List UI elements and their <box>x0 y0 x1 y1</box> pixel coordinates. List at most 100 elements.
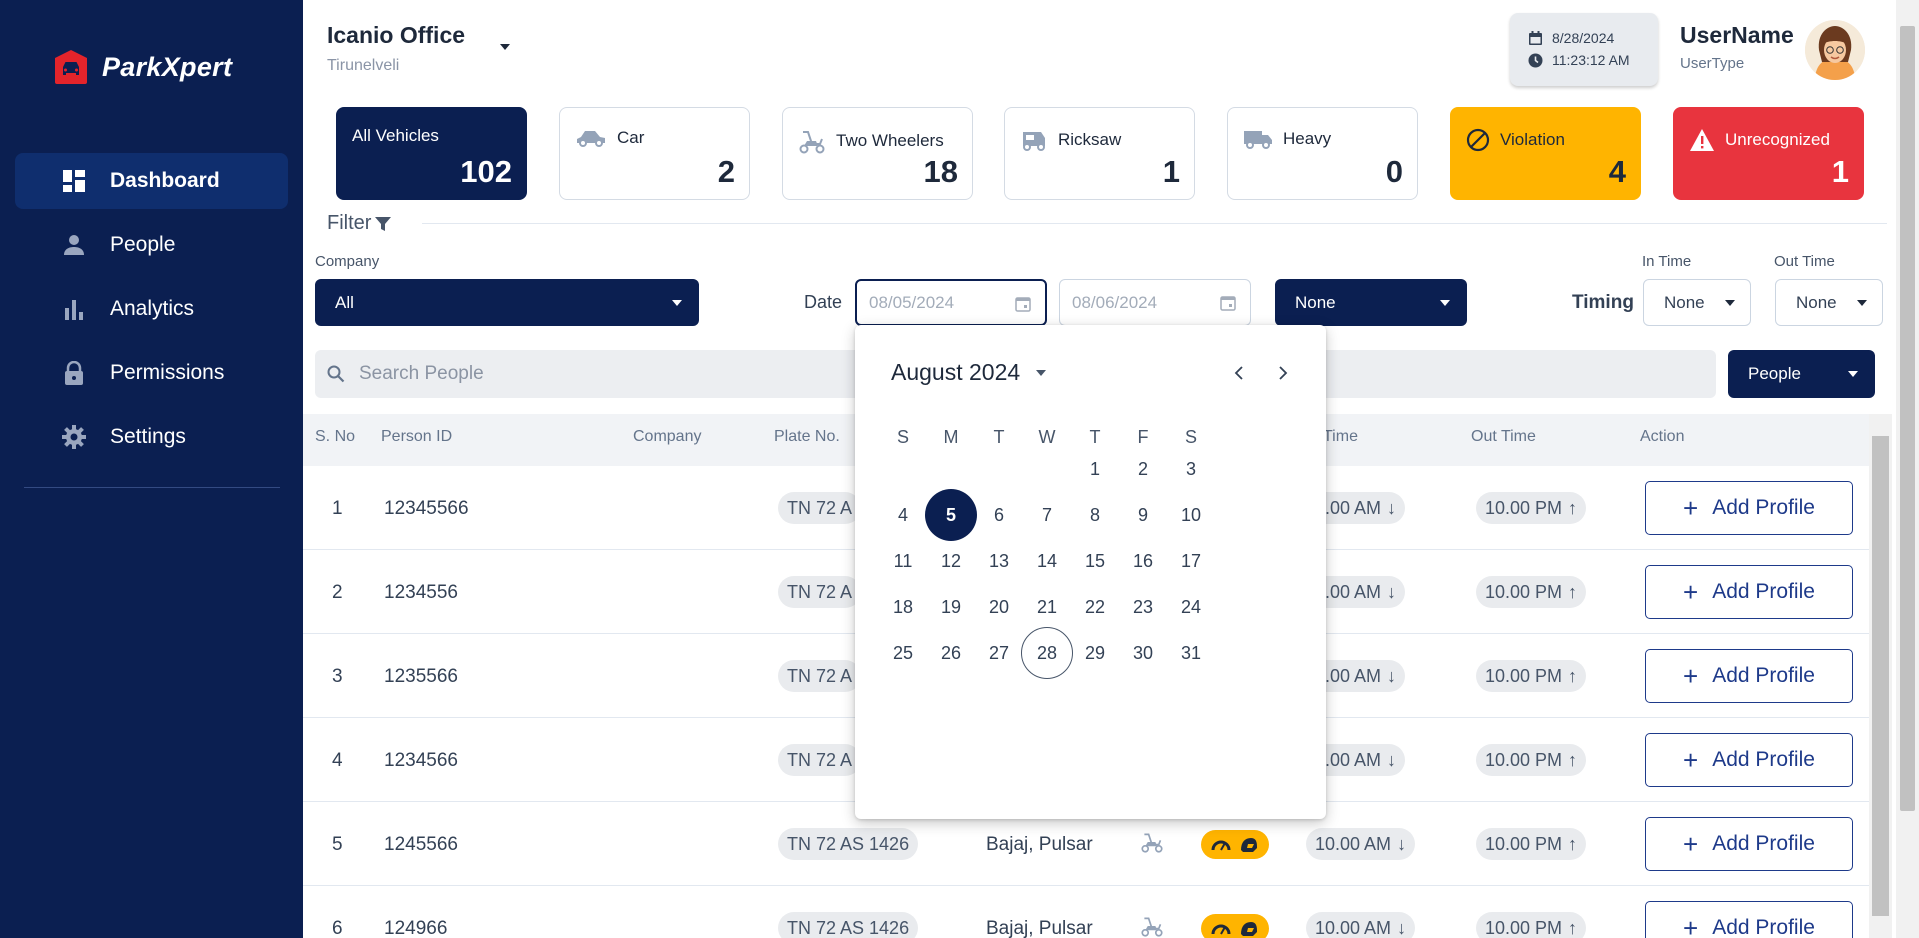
gear-icon <box>62 425 86 449</box>
sidebar-item-dashboard[interactable]: Dashboard <box>15 153 288 209</box>
next-month-button[interactable] <box>1269 359 1297 387</box>
calendar-icon[interactable] <box>1220 295 1236 311</box>
calendar-day[interactable]: 11 <box>877 535 929 587</box>
month-year-selector[interactable]: August 2024 <box>891 359 1047 386</box>
sidebar-item-people[interactable]: People <box>15 217 288 273</box>
stat-card-ricksaw[interactable]: Ricksaw 1 <box>1004 107 1195 200</box>
calendar-day[interactable]: 31 <box>1165 627 1217 679</box>
calendar-day[interactable]: 30 <box>1117 627 1169 679</box>
company-select[interactable]: All <box>315 279 699 326</box>
calendar-day[interactable]: 8 <box>1069 489 1121 541</box>
bar-chart-icon <box>62 297 86 321</box>
type-select[interactable]: None <box>1275 279 1467 326</box>
cell-sno: 5 <box>332 834 343 855</box>
column-header: Plate No. <box>774 428 840 445</box>
in-time-select[interactable]: None <box>1643 279 1751 326</box>
arrow-up-icon: ↑ <box>1568 833 1578 854</box>
cell-sno: 3 <box>332 666 343 687</box>
stat-card-car[interactable]: Car 2 <box>559 107 750 200</box>
calendar-day[interactable]: 26 <box>925 627 977 679</box>
current-date: 8/28/2024 <box>1552 30 1615 46</box>
stat-card-violation[interactable]: Violation 4 <box>1450 107 1641 200</box>
out-time-select[interactable]: None <box>1775 279 1883 326</box>
calendar-day[interactable]: 12 <box>925 535 977 587</box>
calendar-day[interactable]: 22 <box>1069 581 1121 633</box>
add-profile-button[interactable]: + Add Profile <box>1645 733 1853 787</box>
user-info[interactable]: UserName UserType <box>1680 22 1794 72</box>
sidebar-item-label: Analytics <box>110 297 195 320</box>
stat-value: 2 <box>717 154 735 189</box>
prev-month-button[interactable] <box>1225 359 1253 387</box>
column-header: Action <box>1640 428 1685 445</box>
add-profile-button[interactable]: + Add Profile <box>1645 481 1853 535</box>
calendar-day[interactable]: 1 <box>1069 443 1121 495</box>
plus-icon: + <box>1683 744 1699 775</box>
chevron-down-icon <box>1857 300 1867 306</box>
table-scrollbar-thumb[interactable] <box>1872 436 1889 916</box>
add-profile-button[interactable]: + Add Profile <box>1645 565 1853 619</box>
calendar-day[interactable]: 2 <box>1117 443 1169 495</box>
calendar-day[interactable]: 19 <box>925 581 977 633</box>
search-input[interactable] <box>359 363 759 385</box>
calendar-day[interactable]: 7 <box>1021 489 1073 541</box>
date-to-input[interactable]: 08/06/2024 <box>1059 279 1251 326</box>
date-from-input[interactable]: 08/05/2024 <box>855 279 1047 326</box>
add-profile-button[interactable]: + Add Profile <box>1645 901 1853 938</box>
search-scope-select[interactable]: People <box>1728 350 1875 398</box>
calendar-day[interactable]: 21 <box>1021 581 1073 633</box>
sidebar-item-analytics[interactable]: Analytics <box>15 281 288 337</box>
stat-value: 1 <box>1831 154 1849 189</box>
ban-icon <box>1466 128 1490 152</box>
truck-icon <box>1244 131 1272 149</box>
calendar-day[interactable]: 4 <box>877 489 929 541</box>
stat-card-unrecognized[interactable]: Unrecognized 1 <box>1673 107 1864 200</box>
office-selector[interactable]: Icanio Office Tirunelveli <box>327 22 465 75</box>
calendar-day[interactable]: 23 <box>1117 581 1169 633</box>
stat-label: All Vehicles <box>352 126 439 145</box>
stat-card-all-vehicles[interactable]: All Vehicles 102 <box>336 107 527 200</box>
sidebar-item-settings[interactable]: Settings <box>15 409 288 465</box>
table-row[interactable]: 6 124966 TN 72 AS 1426 Bajaj, Pulsar 10.… <box>303 886 1869 938</box>
sidebar-item-permissions[interactable]: Permissions <box>15 345 288 401</box>
weekday-label: S <box>896 427 909 447</box>
chevron-down-icon <box>1848 371 1858 377</box>
calendar-day-selected[interactable]: 5 <box>925 489 977 541</box>
calendar-day-today[interactable]: 28 <box>1021 627 1073 679</box>
scooter-icon <box>1141 917 1163 937</box>
date-to-value: 08/06/2024 <box>1072 292 1158 312</box>
calendar-day[interactable]: 3 <box>1165 443 1217 495</box>
table-scrollbar[interactable] <box>1869 414 1892 938</box>
calendar-day[interactable]: 17 <box>1165 535 1217 587</box>
stat-card-two-wheelers[interactable]: Two Wheelers 18 <box>782 107 973 200</box>
calendar-day[interactable]: 18 <box>877 581 929 633</box>
out-time-pill: 10.00 PM ↑ <box>1476 492 1587 524</box>
office-dropdown-icon[interactable] <box>500 44 510 50</box>
sidebar-item-label: Settings <box>110 425 186 448</box>
calendar-day[interactable]: 24 <box>1165 581 1217 633</box>
calendar-day[interactable]: 9 <box>1117 489 1169 541</box>
violation-badge <box>1201 914 1269 938</box>
calendar-day[interactable]: 13 <box>973 535 1025 587</box>
in-time-pill: 10.00 AM ↓ <box>1306 828 1416 860</box>
calendar-day[interactable]: 27 <box>973 627 1025 679</box>
calendar-day[interactable]: 6 <box>973 489 1025 541</box>
add-profile-button[interactable]: + Add Profile <box>1645 817 1853 871</box>
add-profile-button[interactable]: + Add Profile <box>1645 649 1853 703</box>
calendar-day[interactable]: 25 <box>877 627 929 679</box>
calendar-icon[interactable] <box>1015 296 1031 312</box>
plus-icon: + <box>1683 576 1699 607</box>
stat-card-heavy[interactable]: Heavy 0 <box>1227 107 1418 200</box>
stat-label: Two Wheelers <box>836 131 944 150</box>
cell-vehicle: Bajaj, Pulsar <box>986 834 1093 855</box>
calendar-day[interactable]: 10 <box>1165 489 1217 541</box>
brand-logo[interactable]: ParkXpert <box>52 48 232 86</box>
calendar-day[interactable]: 14 <box>1021 535 1073 587</box>
calendar-day[interactable]: 16 <box>1117 535 1169 587</box>
page-scrollbar[interactable] <box>1896 0 1919 938</box>
avatar[interactable] <box>1805 20 1865 80</box>
calendar-day[interactable]: 15 <box>1069 535 1121 587</box>
calendar-day[interactable]: 20 <box>973 581 1025 633</box>
page-scrollbar-thumb[interactable] <box>1900 26 1915 811</box>
calendar-day[interactable]: 29 <box>1069 627 1121 679</box>
company-select-value: All <box>335 292 354 312</box>
